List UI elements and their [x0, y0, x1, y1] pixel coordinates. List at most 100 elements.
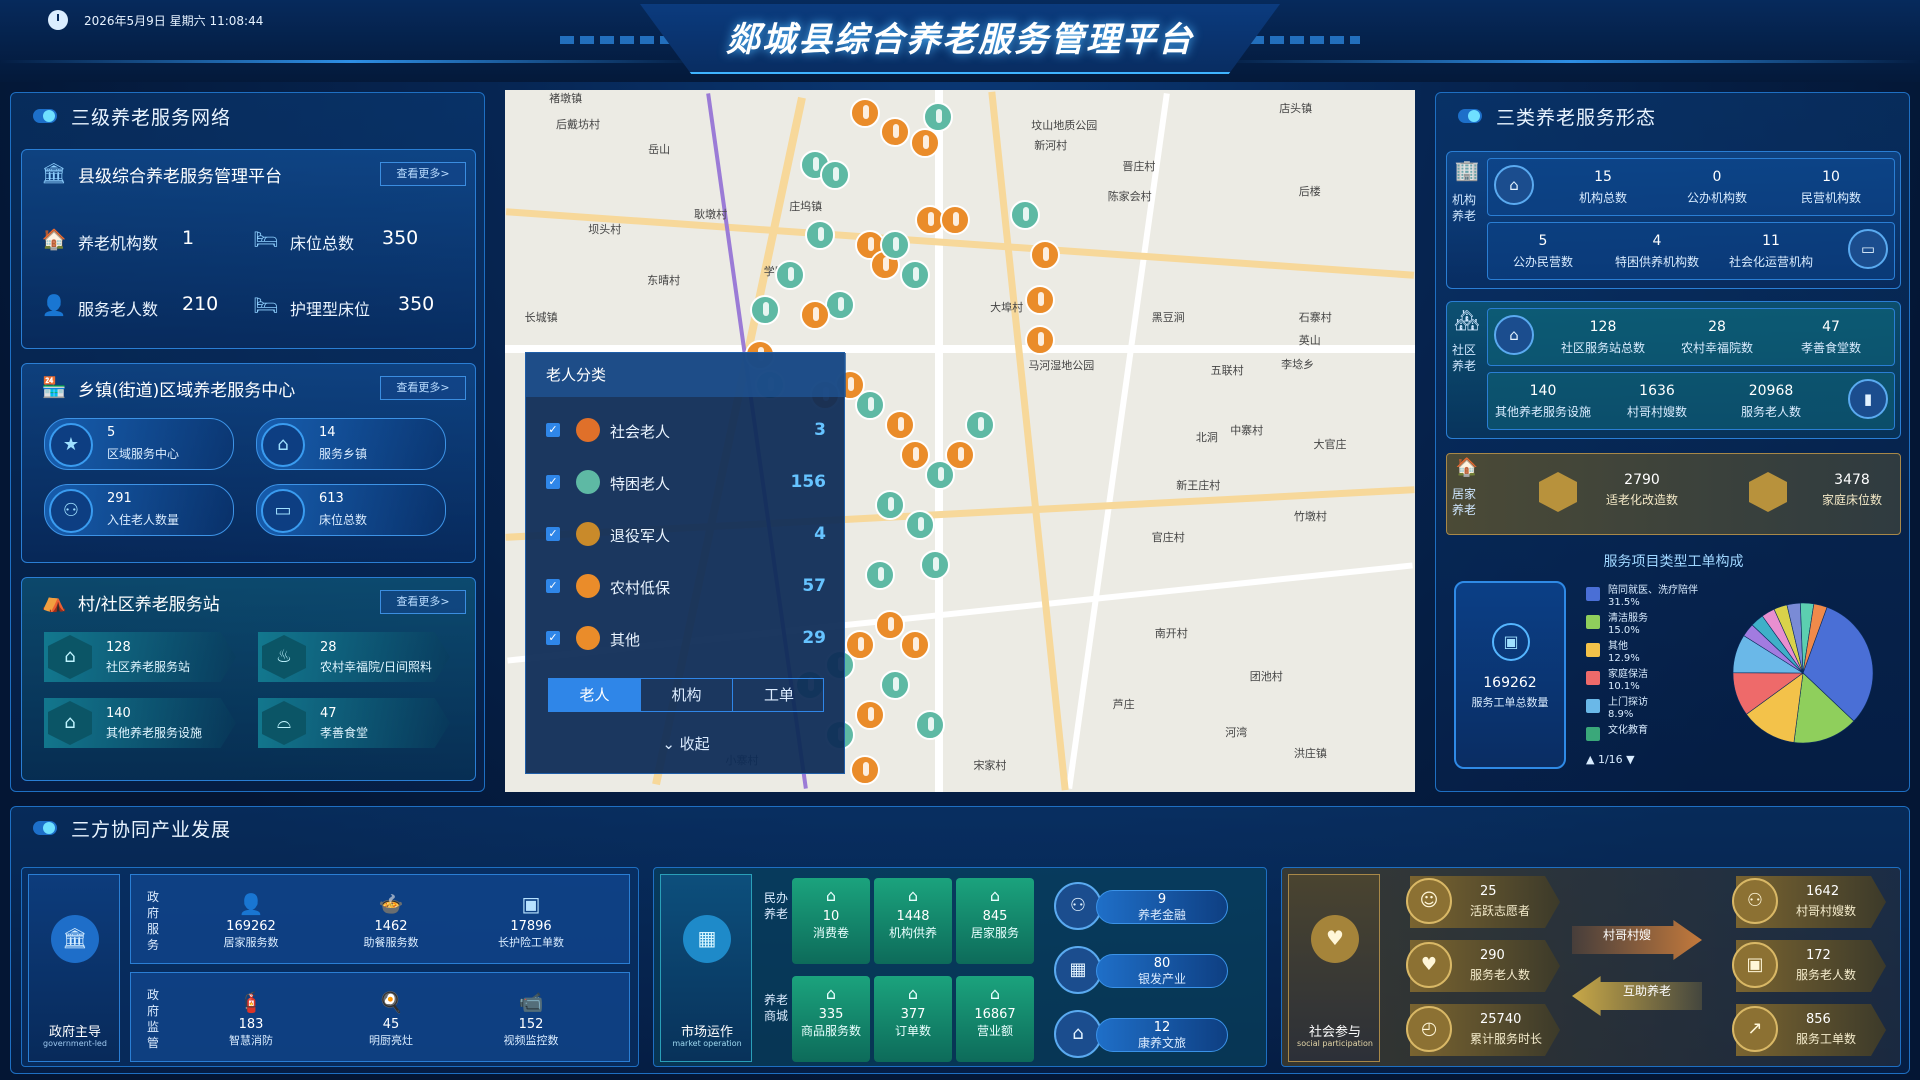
dashboard: 郯城县综合养老服务管理平台 2026年5月9日 星期六 11:08:44 三级养…	[0, 0, 1920, 1080]
gov-subtitle: government-led	[43, 1039, 107, 1048]
elder-map-pin[interactable]	[900, 440, 930, 470]
checkbox[interactable]: ✓	[546, 527, 560, 541]
map-place-label: 店头镇	[1279, 101, 1313, 115]
stat-cell: 10 民营机构数	[1800, 169, 1861, 205]
elder-map-pin[interactable]	[900, 630, 930, 660]
checkbox[interactable]: ✓	[546, 475, 560, 489]
elder-map-pin[interactable]	[805, 220, 835, 250]
canteen-icon: ⌓	[262, 701, 306, 745]
bed-icon: 🛏	[253, 227, 279, 251]
right-panel: 三类养老服务形态 🏢 机构养老 15 机构总数 0 公办机构数 10 民营机构数 ⌂ …	[1435, 92, 1910, 792]
orders-pie-chart	[1732, 602, 1874, 744]
stat-cell: 3478 家庭床位数	[1821, 472, 1882, 507]
map-place-label: 陈家会村	[1107, 189, 1152, 203]
legend-swatch	[1586, 727, 1600, 741]
pager-up-icon[interactable]: ▲	[1586, 753, 1598, 766]
elder-map-pin[interactable]	[880, 117, 910, 147]
checkbox[interactable]: ✓	[546, 423, 560, 437]
person-icon: 👤	[238, 892, 264, 916]
item-value: 14	[319, 425, 336, 440]
elder-map-pin[interactable]	[940, 205, 970, 235]
elder-map-pin[interactable]	[875, 610, 905, 640]
tab-institution[interactable]: 机构	[641, 679, 733, 711]
elder-map-pin[interactable]	[880, 230, 910, 260]
tent-icon: ⛺	[41, 589, 67, 613]
insurance-icon: ▣	[521, 892, 541, 916]
bed-icon: ▭	[1848, 229, 1888, 269]
elder-map-pin[interactable]	[875, 490, 905, 520]
map-place-label: 石寨村	[1298, 310, 1332, 324]
panel-toggle[interactable]	[33, 109, 57, 123]
elder-map-pin[interactable]	[915, 710, 945, 740]
elder-map-pin[interactable]	[905, 510, 935, 540]
institution-icon: 🏢	[1454, 158, 1480, 182]
legend-row[interactable]: ✓ 社会老人 3	[546, 415, 826, 445]
elder-map-pin[interactable]	[923, 102, 953, 132]
market-pillar: ▦ 市场运作 market operation	[660, 874, 752, 1062]
elder-map-pin[interactable]	[855, 390, 885, 420]
elder-map-pin[interactable]	[1025, 285, 1055, 315]
legend-row[interactable]: ✓ 退役军人 4	[546, 519, 826, 549]
pager-down-icon[interactable]: ▼	[1623, 753, 1634, 766]
community-row: 140 其他养老服务设施 1636 村哥村嫂数 20968 服务老人数 ▮	[1487, 372, 1895, 430]
market-icon: ▦	[683, 915, 731, 963]
legend-row[interactable]: ✓ 特困老人 156	[546, 467, 826, 497]
tab-workorder[interactable]: 工单	[733, 679, 825, 711]
checkbox[interactable]: ✓	[546, 579, 560, 593]
elder-map-pin[interactable]	[850, 98, 880, 128]
renovation-icon	[1539, 472, 1577, 512]
elder-map-pin[interactable]	[850, 755, 880, 785]
elder-map-pin[interactable]	[920, 550, 950, 580]
legend-value: 3	[814, 420, 826, 440]
camera-icon: 📹	[518, 990, 544, 1014]
item-label: 其他养老服务设施	[106, 726, 203, 740]
legend-row[interactable]: ✓ 农村低保 57	[546, 571, 826, 601]
elder-map-pin[interactable]	[880, 670, 910, 700]
elder-map-pin[interactable]	[945, 440, 975, 470]
map-place-label: 长城镇	[524, 310, 558, 324]
elder-map-pin[interactable]	[900, 260, 930, 290]
elder-map-pin[interactable]	[775, 260, 805, 290]
industry-stat: 12 康养文旅	[1096, 1018, 1228, 1052]
panel-toggle[interactable]	[33, 821, 57, 835]
elder-map-pin[interactable]	[910, 128, 940, 158]
village-item: ⌂ 140 其他养老服务设施	[44, 698, 236, 748]
elder-icon	[576, 418, 600, 442]
elder-map-pin[interactable]	[885, 410, 915, 440]
checkbox[interactable]: ✓	[546, 631, 560, 645]
tab-elder[interactable]: 老人	[549, 679, 641, 711]
arrow-right-label: 村哥村嫂	[1602, 928, 1651, 942]
county-more-button[interactable]: 查看更多>	[380, 162, 466, 186]
map-place-label: 芦庄	[1112, 698, 1135, 712]
township-more-button[interactable]: 查看更多>	[380, 376, 466, 400]
home-icon: ⌂	[1494, 165, 1534, 205]
item-value: 291	[107, 491, 132, 506]
collapse-button[interactable]: ⌄ 收起	[526, 733, 846, 754]
panel-toggle[interactable]	[1458, 109, 1482, 123]
map-place-label: 河湾	[1225, 725, 1248, 739]
institution-icon: ⌂	[907, 886, 919, 905]
header-line-left	[0, 60, 700, 63]
village-more-button[interactable]: 查看更多>	[380, 590, 466, 614]
gov-stat: 🧯 183 智慧消防	[191, 987, 311, 1048]
institution-side-label: 机构养老	[1451, 193, 1476, 223]
home-side-label: 居家养老	[1451, 487, 1476, 517]
volunteer-icon: ☺	[1406, 878, 1452, 924]
elder-map-pin[interactable]	[1010, 200, 1040, 230]
building-icon: 🏛	[41, 161, 67, 185]
social-subtitle: social participation	[1297, 1039, 1373, 1048]
elder-map-pin[interactable]	[750, 295, 780, 325]
elder-map-pin[interactable]	[1025, 325, 1055, 355]
elder-map-pin[interactable]	[800, 300, 830, 330]
legend-row[interactable]: ✓ 其他 29	[546, 623, 826, 653]
elder-map-pin[interactable]	[820, 160, 850, 190]
elder-map-pin[interactable]	[1030, 240, 1060, 270]
home-icon: ⌂	[1494, 315, 1534, 355]
elder-map-pin[interactable]	[855, 700, 885, 730]
map-place-label: 晋庄村	[1122, 160, 1156, 174]
stat-cell: 5 公办民营数	[1512, 233, 1573, 269]
legend-text: 上门探访 8.9%	[1608, 697, 1648, 720]
legend-label: 其他	[610, 631, 641, 649]
elder-map-pin[interactable]	[865, 560, 895, 590]
elder-map-pin[interactable]	[965, 410, 995, 440]
